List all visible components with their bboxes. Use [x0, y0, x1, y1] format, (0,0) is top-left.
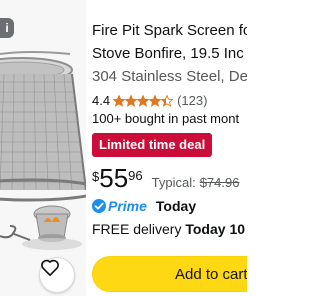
delivery-prefix: FREE delivery: [92, 221, 186, 237]
rating-value: 4.4: [92, 93, 111, 108]
star-icon: [161, 94, 174, 107]
bought-in-past-month: 100+ bought in past mont: [92, 111, 240, 126]
product-image[interactable]: i: [0, 0, 86, 296]
price-currency: $: [92, 169, 100, 184]
prime-row: Prime Today: [92, 198, 196, 214]
product-title-line-1[interactable]: Fire Pit Spark Screen fo: [92, 22, 247, 39]
prime-check-icon: [92, 199, 106, 213]
star-rating: [113, 94, 174, 107]
star-icon: [137, 94, 150, 107]
price-fraction: 96: [128, 168, 143, 183]
typical-price: $74.96: [199, 175, 240, 190]
product-card[interactable]: i Fire Pit Spark Screen fo Stove Bonfire…: [0, 0, 247, 296]
prime-label: Prime: [108, 198, 147, 214]
price-row: $ 55 96 Typical: $74.96: [92, 165, 239, 191]
heart-outline-icon: [41, 259, 59, 276]
limited-time-deal-badge: Limited time deal: [92, 133, 213, 157]
delivery-date: Today 10 AM: [185, 221, 247, 237]
fire-pit-screen-image: [0, 0, 86, 296]
review-count: (123): [177, 93, 208, 108]
product-info: Fire Pit Spark Screen fo Stove Bonfire, …: [92, 0, 247, 296]
info-icon[interactable]: i: [0, 18, 14, 38]
star-icon: [113, 94, 126, 107]
typical-price-label: Typical:: [151, 175, 196, 190]
star-icon: [125, 94, 138, 107]
add-to-cart-label: Add to cart: [175, 265, 247, 283]
info-icon-glyph: i: [5, 21, 9, 35]
prime-delivery-date: Today: [155, 198, 197, 214]
price-whole: 55: [99, 163, 129, 193]
wishlist-button[interactable]: [39, 257, 75, 293]
product-title-line-2[interactable]: Stove Bonfire, 19.5 Inc: [92, 45, 244, 62]
rating-row[interactable]: 4.4 (123): [92, 93, 207, 108]
product-title-line-3[interactable]: 304 Stainless Steel, De: [92, 68, 247, 85]
add-to-cart-button[interactable]: Add to cart: [92, 256, 247, 292]
delivery-row: FREE delivery Today 10 AM: [92, 221, 247, 237]
star-icon: [149, 94, 162, 107]
